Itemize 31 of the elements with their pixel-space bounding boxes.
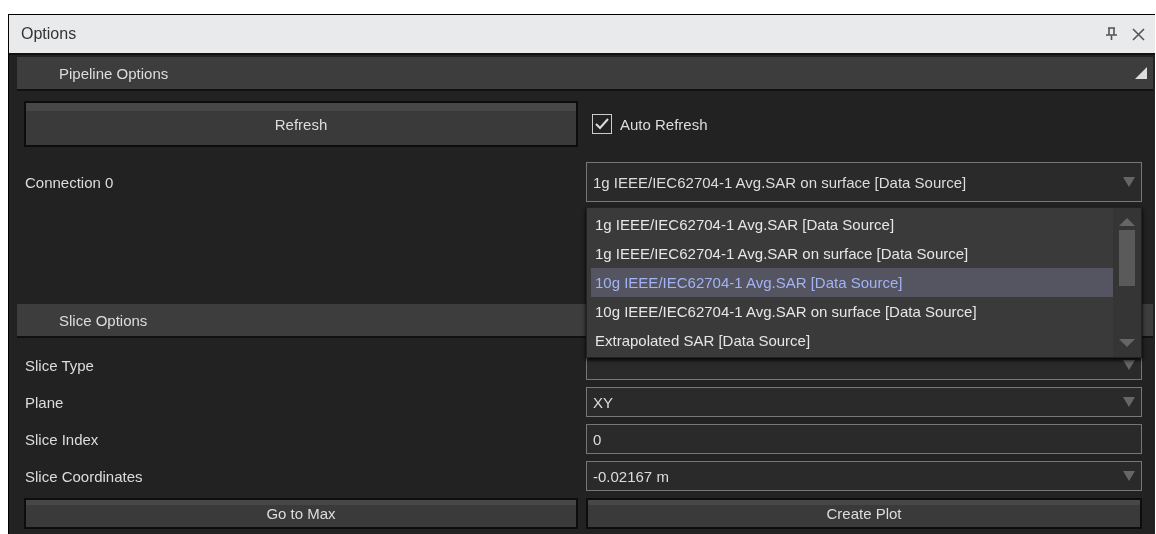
dropdown-option[interactable]: 10g IEEE/IEC62704-1 Avg.SAR [Data Source] — [591, 268, 1113, 297]
field-label: Slice Index — [24, 430, 100, 448]
field-label: Connection 0 — [24, 173, 115, 191]
section-title: Pipeline Options — [59, 64, 169, 82]
dropdown-field[interactable]: 1g IEEE/IEC62704-1 Avg.SAR on surface [Data Source] — [586, 162, 1142, 202]
scrollbar[interactable] — [1113, 208, 1141, 357]
dropdown-arrow-icon — [1123, 397, 1135, 407]
action-button[interactable]: Go to Max — [24, 497, 578, 529]
field-label: Slice Type — [24, 356, 95, 374]
window-title: Options — [21, 25, 77, 43]
pin-icon[interactable] — [1105, 27, 1118, 41]
dropdown-option[interactable]: 1g IEEE/IEC62704-1 Avg.SAR [Data Source] — [591, 210, 1113, 239]
dropdown-arrow-icon — [1123, 471, 1135, 481]
dropdown-field[interactable]: XY — [586, 387, 1142, 417]
checkbox[interactable] — [592, 114, 612, 134]
dropdown-option[interactable]: Extrapolated SAR [Data Source] — [591, 326, 1113, 355]
field-label: Slice Coordinates — [24, 467, 144, 485]
checkbox-label: Auto Refresh — [620, 115, 708, 133]
dropdown-option[interactable]: 1g IEEE/IEC62704-1 Avg.SAR on surface [Data Source] — [591, 239, 1113, 268]
dropdown-field[interactable]: -0.02167 m — [586, 461, 1142, 491]
section-title: Slice Options — [59, 311, 148, 329]
close-icon[interactable] — [1132, 27, 1145, 41]
field-label: Plane — [24, 393, 65, 411]
action-button[interactable]: Refresh — [24, 101, 578, 147]
dropdown-arrow-icon — [1123, 360, 1135, 370]
dropdown-arrow-icon — [1123, 177, 1135, 187]
scroll-thumb[interactable] — [1119, 229, 1135, 286]
dropdown-option[interactable]: 10g IEEE/IEC62704-1 Avg.SAR on surface [Data Source] — [591, 297, 1113, 326]
expand-icon[interactable] — [1135, 67, 1147, 79]
text-field[interactable]: 0 — [586, 424, 1142, 454]
action-button[interactable]: Create Plot — [586, 497, 1142, 529]
